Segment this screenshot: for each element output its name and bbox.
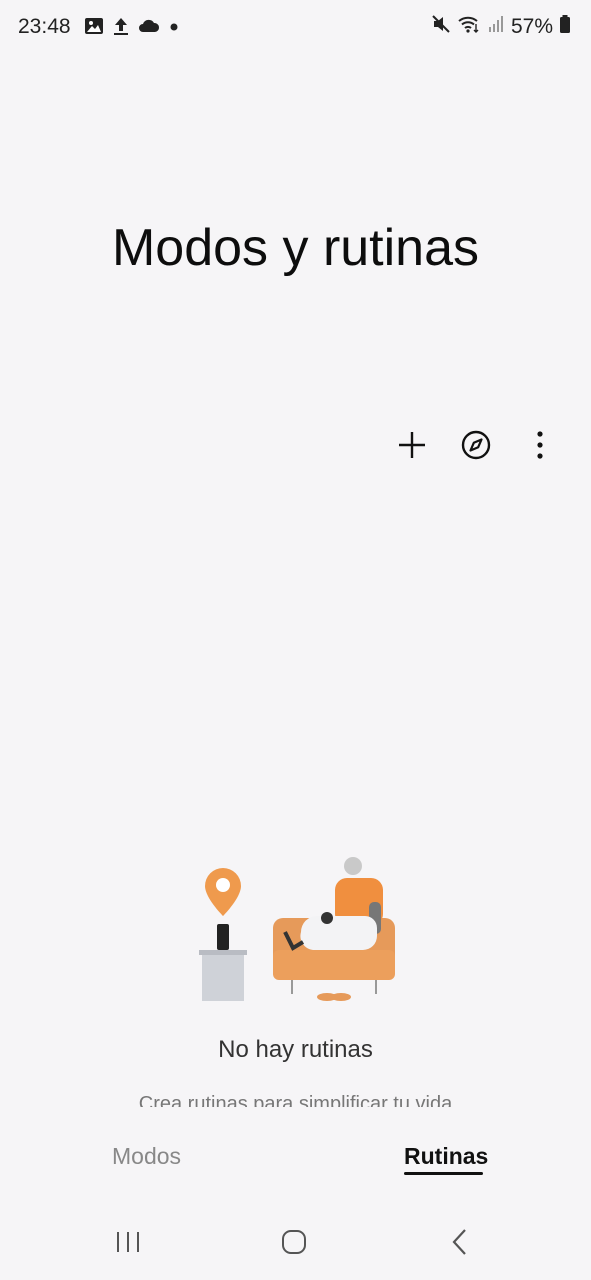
home-button[interactable]: [274, 1224, 314, 1264]
page-title: Modos y rutinas: [111, 219, 480, 277]
gallery-icon: [84, 16, 104, 41]
notification-icons: [84, 16, 180, 41]
compass-icon: [460, 429, 492, 466]
empty-state-illustration: [195, 852, 400, 1009]
add-icon: [396, 429, 428, 466]
more-options-icon: [535, 430, 545, 465]
home-icon: [281, 1229, 307, 1260]
empty-state-title: No hay rutinas: [218, 1036, 373, 1063]
mute-icon: [431, 14, 451, 39]
dot-icon: [168, 20, 180, 38]
more-options-button[interactable]: [519, 426, 561, 468]
battery-percent: 57%: [510, 14, 553, 38]
cloud-icon: [138, 18, 160, 39]
wifi-icon: [457, 14, 481, 39]
discover-button[interactable]: [455, 426, 497, 468]
status-bar: 23:48 57%: [0, 0, 591, 56]
toolbar: [391, 426, 561, 468]
back-button[interactable]: [440, 1224, 480, 1264]
tab-rutinas[interactable]: Rutinas: [404, 1143, 488, 1170]
empty-state-subtitle: Crea rutinas para simplificar tu vida: [138, 1093, 453, 1107]
system-nav-bar: [0, 1214, 591, 1274]
recent-apps-icon: [115, 1230, 141, 1259]
tab-selected-indicator: [404, 1172, 483, 1175]
back-icon: [450, 1228, 470, 1261]
recent-apps-button[interactable]: [108, 1224, 148, 1264]
status-time: 23:48: [18, 15, 71, 38]
tab-modos[interactable]: Modos: [112, 1143, 181, 1170]
signal-icon: [487, 15, 505, 38]
bottom-tabs: Modos Rutinas: [0, 1140, 591, 1180]
upload-icon: [112, 16, 130, 41]
add-routine-button[interactable]: [391, 426, 433, 468]
battery-icon: [559, 14, 571, 39]
